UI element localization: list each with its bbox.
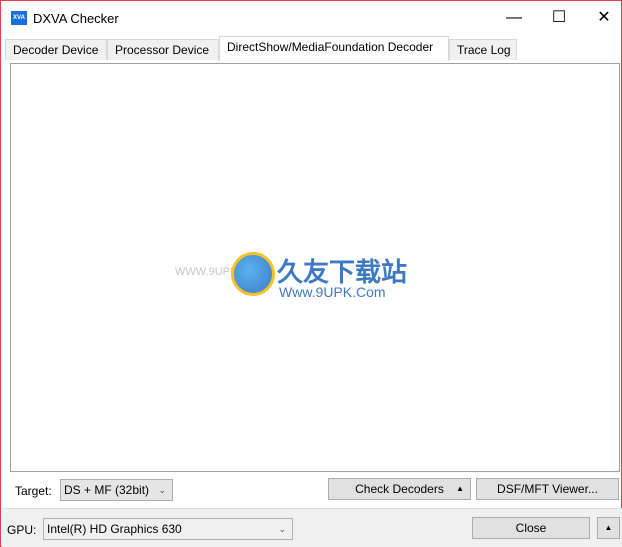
close-button[interactable]: Close	[472, 517, 590, 539]
tab-processor-device[interactable]: Processor Device	[107, 39, 219, 60]
app-icon: XVA	[11, 11, 27, 25]
app-window: XVA DXVA Checker — ☐ ✕ Decoder Device Pr…	[0, 0, 622, 547]
dsf-mft-viewer-button[interactable]: DSF/MFT Viewer...	[476, 478, 619, 500]
watermark-logo-icon	[231, 252, 275, 296]
chevron-down-icon: ⌄	[158, 485, 166, 495]
tab-trace-log[interactable]: Trace Log	[449, 39, 517, 60]
gpu-select[interactable]: Intel(R) HD Graphics 630 ⌄	[43, 518, 293, 540]
decoder-list-panel: WWW.9UPK.COM 久友下载站 Www.9UPK.Com	[10, 63, 620, 472]
title-bar: XVA DXVA Checker — ☐ ✕	[1, 1, 621, 35]
tab-directshow-mediafoundation-decoder[interactable]: DirectShow/MediaFoundation Decoder	[219, 36, 449, 61]
gpu-label: GPU:	[7, 523, 37, 537]
check-decoders-label: Check Decoders	[355, 482, 444, 496]
expand-button[interactable]: ▲	[597, 517, 620, 539]
gpu-value: Intel(R) HD Graphics 630	[47, 522, 182, 536]
triangle-up-icon: ▲	[456, 484, 464, 493]
target-label: Target:	[15, 484, 52, 498]
window-title: DXVA Checker	[33, 11, 119, 26]
minimize-button[interactable]: —	[491, 1, 537, 35]
chevron-down-icon: ⌄	[278, 524, 286, 534]
maximize-button[interactable]: ☐	[536, 1, 582, 35]
watermark-url: Www.9UPK.Com	[279, 284, 386, 300]
close-window-button[interactable]: ✕	[581, 1, 622, 35]
target-select[interactable]: DS + MF (32bit) ⌄	[60, 479, 173, 501]
tab-decoder-device[interactable]: Decoder Device	[5, 39, 107, 60]
target-value: DS + MF (32bit)	[64, 483, 150, 497]
check-decoders-button[interactable]: Check Decoders ▲	[328, 478, 471, 500]
footer-bar: GPU: Intel(R) HD Graphics 630 ⌄ Close ▲	[2, 508, 622, 547]
